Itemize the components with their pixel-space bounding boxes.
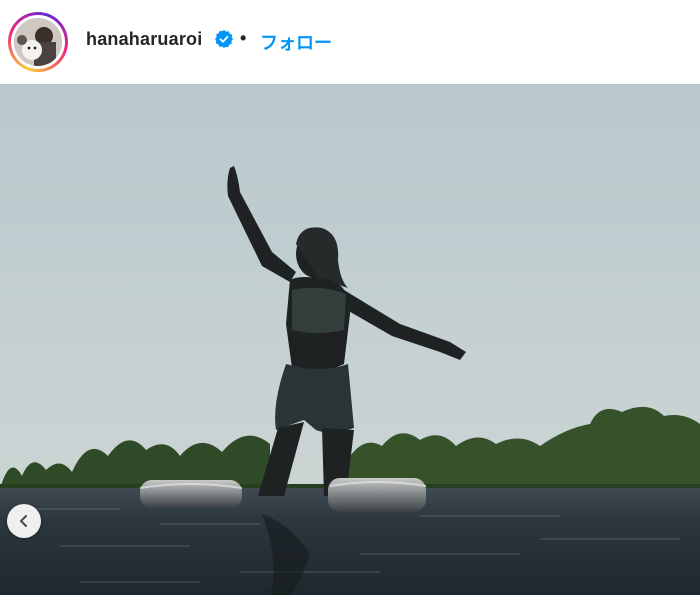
username-link[interactable]: hanaharuaroi [86,29,202,50]
post-photo[interactable] [0,84,700,595]
post-header: hanaharuaroi • フォロー [0,0,700,84]
carousel-prev-button[interactable] [7,504,41,538]
avatar-image [14,18,62,66]
avatar[interactable] [14,18,62,66]
follow-button[interactable]: フォロー [260,29,332,55]
avatar-story-ring[interactable] [8,12,68,72]
separator-dot: • [240,28,247,48]
chevron-left-icon [20,515,27,527]
verified-badge-icon [215,30,233,48]
